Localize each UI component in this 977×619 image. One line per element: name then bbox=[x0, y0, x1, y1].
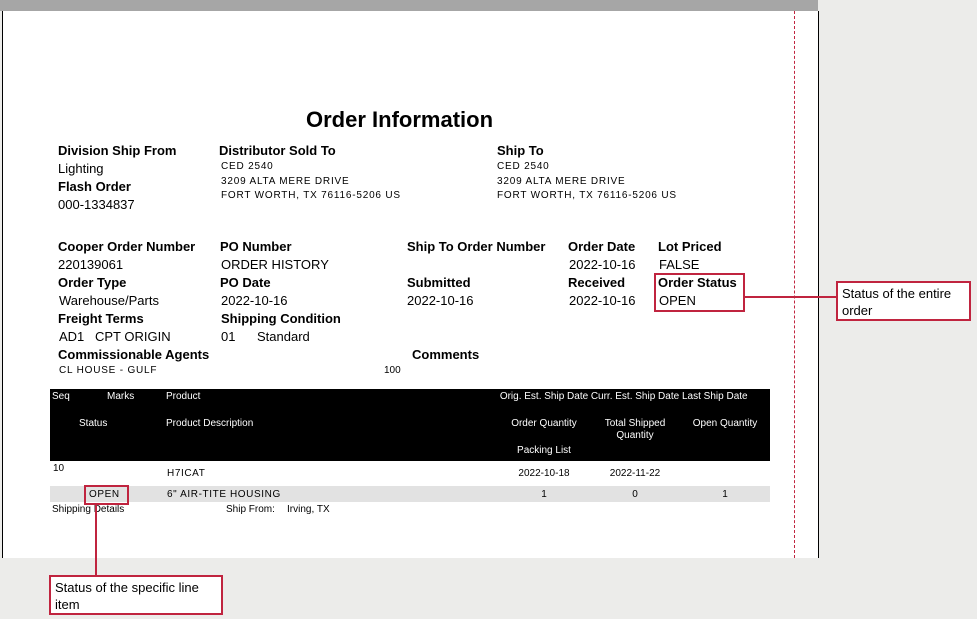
col-status: Status bbox=[79, 418, 108, 429]
col-packing-list: Packing List bbox=[517, 445, 571, 456]
cooper-order-number-label: Cooper Order Number bbox=[58, 239, 196, 254]
freight-terms-value: CPT ORIGIN bbox=[95, 329, 171, 344]
line-status-highlight bbox=[84, 485, 129, 505]
lot-priced-label: Lot Priced bbox=[658, 239, 722, 254]
col-orig-est-ship-date: Orig. Est. Ship Date bbox=[499, 391, 589, 402]
distributor-address-line: 3209 ALTA MERE DRIVE bbox=[221, 175, 350, 187]
distributor-address-line: CED 2540 bbox=[221, 161, 274, 172]
shipping-condition-value: Standard bbox=[257, 329, 310, 344]
po-number-label: PO Number bbox=[220, 239, 292, 254]
line-curr-est-ship-date: 2022-11-22 bbox=[609, 468, 661, 479]
page-title: Order Information bbox=[306, 107, 494, 132]
ship-to-address-line: 3209 ALTA MERE DRIVE bbox=[497, 175, 626, 187]
received-label: Received bbox=[568, 275, 626, 290]
agent-percent: 100 bbox=[384, 365, 401, 376]
order-status-callout: Status of the entire order bbox=[836, 281, 971, 321]
lot-priced: FALSE bbox=[659, 257, 700, 272]
po-number: ORDER HISTORY bbox=[221, 257, 329, 272]
order-status-highlight bbox=[654, 273, 745, 312]
order-type: Warehouse/Parts bbox=[59, 293, 159, 308]
line-product-description: 6" AIR-TITE HOUSING bbox=[167, 489, 281, 500]
order-date: 2022-10-16 bbox=[569, 257, 636, 272]
comments-label: Comments bbox=[412, 347, 480, 362]
viewer-top-bar bbox=[0, 0, 818, 11]
order-date-label: Order Date bbox=[568, 239, 636, 254]
freight-terms-label: Freight Terms bbox=[58, 311, 144, 326]
line-seq: 10 bbox=[53, 463, 65, 474]
line-status-connector bbox=[95, 503, 97, 575]
shipping-condition-label: Shipping Condition bbox=[221, 311, 341, 326]
distributor-sold-to-label: Distributor Sold To bbox=[219, 143, 336, 158]
received-date: 2022-10-16 bbox=[569, 293, 636, 308]
division-ship-from-label: Division Ship From bbox=[58, 143, 177, 158]
line-product[interactable]: H7ICAT bbox=[167, 468, 205, 479]
flash-order-value: 000-1334837 bbox=[58, 197, 135, 212]
distributor-address-line: FORT WORTH, TX 76116-5206 US bbox=[221, 190, 401, 201]
line-open-quantity: 1 bbox=[722, 489, 728, 500]
col-product: Product bbox=[166, 391, 201, 402]
shipping-condition-code: 01 bbox=[221, 329, 236, 344]
ship-to-address-line: CED 2540 bbox=[497, 161, 550, 172]
submitted-label: Submitted bbox=[407, 275, 471, 290]
col-marks: Marks bbox=[107, 391, 135, 402]
submitted-date: 2022-10-16 bbox=[407, 293, 474, 308]
line-items-header: Seq Marks Product Orig. Est. Ship Date C… bbox=[50, 389, 770, 461]
col-last-ship-date: Last Ship Date bbox=[682, 391, 748, 402]
ship-to-label: Ship To bbox=[497, 143, 544, 158]
line-order-quantity: 1 bbox=[541, 489, 547, 500]
ship-to-address: CED 2540 3209 ALTA MERE DRIVE FORT WORTH… bbox=[497, 160, 677, 204]
freight-terms-code: AD1 bbox=[59, 329, 85, 344]
ship-from-value: Irving, TX bbox=[287, 504, 330, 515]
agent-name: CL HOUSE - GULF bbox=[59, 365, 158, 376]
col-order-quantity: Order Quantity bbox=[511, 418, 577, 429]
line-status-callout: Status of the specific line item bbox=[49, 575, 223, 615]
line-total-shipped-quantity: 0 bbox=[632, 489, 638, 500]
col-open-quantity: Open Quantity bbox=[692, 418, 758, 429]
col-product-description: Product Description bbox=[166, 418, 254, 429]
flash-order-label: Flash Order bbox=[58, 179, 131, 194]
po-date-label: PO Date bbox=[220, 275, 271, 290]
line-orig-est-ship-date: 2022-10-18 bbox=[518, 468, 570, 479]
cooper-order-number: 220139061 bbox=[58, 257, 124, 272]
po-date: 2022-10-16 bbox=[221, 293, 288, 308]
distributor-address: CED 2540 3209 ALTA MERE DRIVE FORT WORTH… bbox=[221, 160, 401, 204]
shipping-details-label: Shipping Details bbox=[52, 504, 125, 515]
col-curr-est-ship-date: Curr. Est. Ship Date bbox=[590, 391, 680, 402]
col-total-shipped-quantity: Total Shipped Quantity bbox=[604, 418, 666, 441]
ship-to-order-number-label: Ship To Order Number bbox=[407, 239, 546, 254]
division-ship-from-value: Lighting bbox=[58, 161, 104, 176]
ship-from-label: Ship From: bbox=[226, 504, 275, 515]
col-seq: Seq bbox=[52, 391, 70, 402]
ship-to-address-line: FORT WORTH, TX 76116-5206 US bbox=[497, 190, 677, 201]
page-margin-guide bbox=[794, 11, 795, 558]
commissionable-agents-label: Commissionable Agents bbox=[58, 347, 210, 362]
order-type-label: Order Type bbox=[58, 275, 127, 290]
order-status-connector bbox=[743, 296, 836, 298]
